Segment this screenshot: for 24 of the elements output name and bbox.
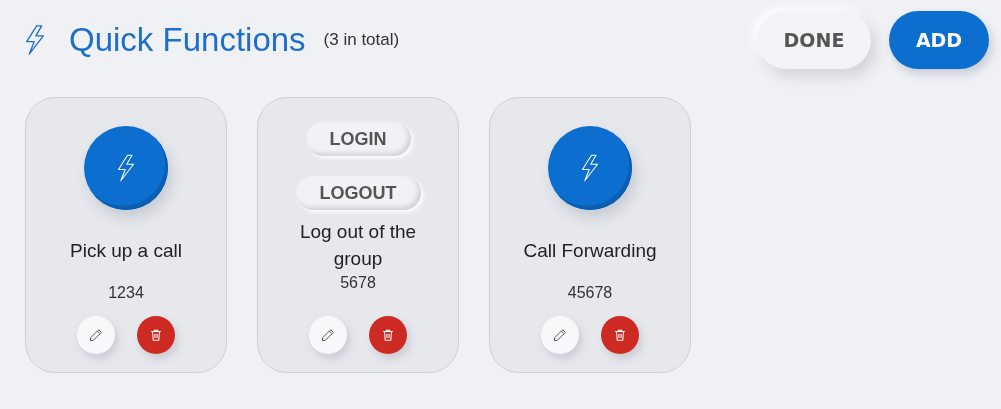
function-number: 1234 bbox=[108, 284, 144, 302]
pencil-icon bbox=[321, 328, 335, 342]
pencil-icon bbox=[553, 328, 567, 342]
pencil-icon bbox=[89, 328, 103, 342]
trash-icon bbox=[149, 328, 163, 342]
trash-icon bbox=[613, 328, 627, 342]
done-button[interactable]: DONE bbox=[757, 11, 871, 69]
page-title: Quick Functions bbox=[69, 21, 306, 59]
function-name: Call Forwarding bbox=[523, 240, 657, 262]
lightning-icon bbox=[25, 24, 45, 56]
delete-button[interactable] bbox=[137, 316, 175, 354]
lightning-icon bbox=[117, 152, 135, 184]
delete-button[interactable] bbox=[369, 316, 407, 354]
function-name: Log out of the group bbox=[298, 220, 418, 271]
function-number: 45678 bbox=[567, 284, 613, 302]
function-name: Pick up a call bbox=[70, 240, 182, 262]
add-button[interactable]: ADD bbox=[889, 11, 989, 69]
delete-button[interactable] bbox=[601, 316, 639, 354]
pill-button[interactable]: LOGOUT bbox=[295, 176, 421, 210]
trash-icon bbox=[381, 328, 395, 342]
total-count: (3 in total) bbox=[323, 30, 400, 50]
pill-button[interactable]: LOGIN bbox=[305, 122, 411, 156]
function-number: 5678 bbox=[340, 274, 376, 292]
lightning-icon bbox=[581, 152, 599, 184]
